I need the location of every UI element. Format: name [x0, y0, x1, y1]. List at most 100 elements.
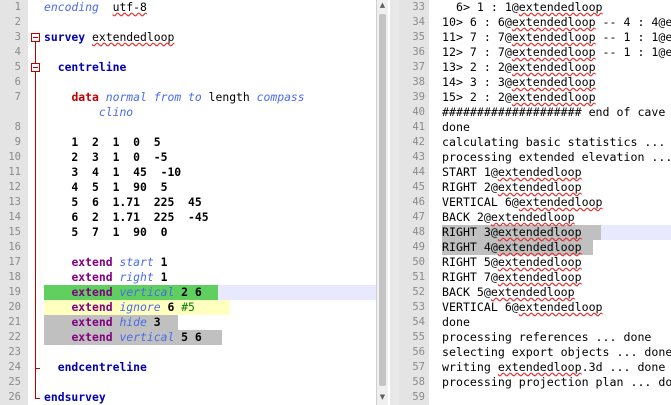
- line-number: 50: [412, 256, 425, 268]
- left-vertical-scrollbar[interactable]: ▲ ▼: [376, 0, 388, 405]
- line-number: 25: [8, 376, 21, 388]
- line-number: 38: [412, 76, 425, 88]
- token: 11> 7 : 7@: [442, 30, 512, 44]
- token: 12> 7 : 7@: [442, 45, 512, 59]
- line-text: 10> 6 : 6@extendedloop -- 4 : 4@extended…: [442, 15, 671, 30]
- token: selecting export objects ... done: [442, 345, 671, 359]
- line-number: 33: [412, 1, 425, 13]
- line-text: RIGHT 2@extendedloop: [442, 180, 582, 195]
- line-number: 9: [14, 136, 21, 148]
- token: right: [119, 270, 154, 284]
- token: extendedloop: [511, 15, 596, 29]
- right-editor-pane[interactable]: 33 6> 1 : 1@extendedloop 34 10> 6 : 6@exte…: [399, 0, 671, 405]
- line-text: RIGHT 5@extendedloop: [442, 255, 582, 270]
- token: extendedloop: [511, 90, 596, 104]
- token: 10> 6 : 6@: [442, 15, 512, 29]
- token: length: [201, 90, 257, 104]
- token: done: [442, 120, 470, 134]
- line-number: 26: [8, 391, 21, 403]
- fold-survey-icon[interactable]: [31, 33, 40, 42]
- token: #5: [181, 300, 195, 314]
- token: processing projection plan ... done: [442, 375, 671, 389]
- line-number: 55: [412, 331, 425, 343]
- token: 5 7 1 90 0: [44, 225, 168, 239]
- token: extendedloop: [511, 30, 596, 44]
- line-number: 5: [14, 61, 21, 73]
- line-number: 59: [412, 391, 425, 403]
- left-editor-pane[interactable]: 1 encoding utf-8 2 3 survey extendedloop 4 5 c…: [0, 0, 390, 405]
- token: -- 1 : 1@extendedloop: [602, 45, 671, 59]
- token: 13> 2 : 2@: [442, 60, 512, 74]
- token: extendedloop: [490, 210, 575, 224]
- line-text: VERTICAL 6@extendedloop: [442, 300, 603, 315]
- token: extend: [71, 330, 113, 344]
- token: 6 2 1.71 225 -45: [44, 210, 209, 224]
- token: -- 4 : 4@extendedloop: [602, 15, 671, 29]
- line-number: 14: [8, 211, 21, 223]
- line-number: 53: [412, 301, 425, 313]
- token: processing extended elevation ... done: [442, 150, 671, 164]
- scrollbar-thumb[interactable]: [379, 14, 386, 386]
- line-text: 15> 2 : 2@extendedloop: [442, 90, 596, 105]
- line-number: 22: [8, 331, 21, 343]
- scroll-up-arrow-icon[interactable]: ▲: [377, 0, 388, 11]
- token: START 1@: [442, 165, 498, 179]
- line-number: 3: [14, 31, 21, 43]
- token: 15> 2 : 2@: [442, 90, 512, 104]
- token: 14> 3 : 3@: [442, 75, 512, 89]
- line-text: extend vertical 2 6: [44, 285, 202, 300]
- scroll-down-arrow-icon[interactable]: ▼: [377, 392, 388, 403]
- line-text: 6 2 1.71 225 -45: [44, 210, 209, 225]
- token: endsurvey: [44, 390, 106, 404]
- token: 1: [153, 270, 168, 284]
- line-text: BACK 5@extendedloop: [442, 285, 575, 300]
- line-number: 49: [412, 241, 425, 253]
- token: 2 6: [174, 285, 202, 299]
- fold-end-marker: [35, 368, 40, 369]
- line-number: 40: [412, 106, 425, 118]
- line-number: 43: [412, 151, 425, 163]
- line-number: 16: [8, 241, 21, 253]
- token: ignore: [119, 300, 161, 314]
- line-number: 19: [8, 286, 21, 298]
- token: calculating basic statistics ... done: [442, 135, 666, 149]
- token: extendedloop: [518, 0, 603, 14]
- pane-splitter[interactable]: [390, 0, 399, 405]
- token: 5 6: [174, 330, 202, 344]
- token: VERTICAL 6@: [442, 195, 519, 209]
- line-text: encoding utf-8: [44, 0, 147, 15]
- token: 6> 1 : 1@: [442, 0, 519, 14]
- fold-centreline-icon[interactable]: [31, 63, 40, 72]
- token: BACK 5@: [442, 285, 491, 299]
- line-number: 20: [8, 301, 21, 313]
- line-text: 2 3 1 0 -5: [44, 150, 167, 165]
- token: RIGHT 5@: [442, 255, 498, 269]
- token: utf-8: [112, 0, 147, 14]
- token: to: [188, 90, 202, 104]
- line-text: endsurvey: [44, 390, 106, 405]
- token: done: [442, 315, 470, 329]
- token: extendedloop: [511, 75, 596, 89]
- line-number: 6: [14, 76, 21, 88]
- token: 3 4 1 45 -10: [44, 165, 182, 179]
- line-number: 4: [14, 46, 21, 58]
- token: extendedloop: [497, 180, 582, 194]
- line-text: #################### end of cave: [442, 105, 665, 120]
- token: extendedloop: [511, 60, 596, 74]
- token: 2 3 1 0 -5: [44, 150, 168, 164]
- token: data: [71, 90, 99, 104]
- line-text: RIGHT 7@extendedloop: [442, 270, 582, 285]
- token: .3d ... done: [581, 360, 666, 374]
- line-number: 7: [14, 91, 21, 103]
- token: compass: [256, 90, 305, 104]
- token: extendedloop: [497, 165, 582, 179]
- line-text: extend vertical 5 6: [44, 330, 202, 345]
- line-text: extend hide 3: [44, 315, 160, 330]
- token: extendedloop: [92, 30, 175, 44]
- token: extendedloop: [497, 255, 582, 269]
- token: 6: [160, 300, 182, 314]
- line-text: 1 2 1 0 5: [44, 135, 160, 150]
